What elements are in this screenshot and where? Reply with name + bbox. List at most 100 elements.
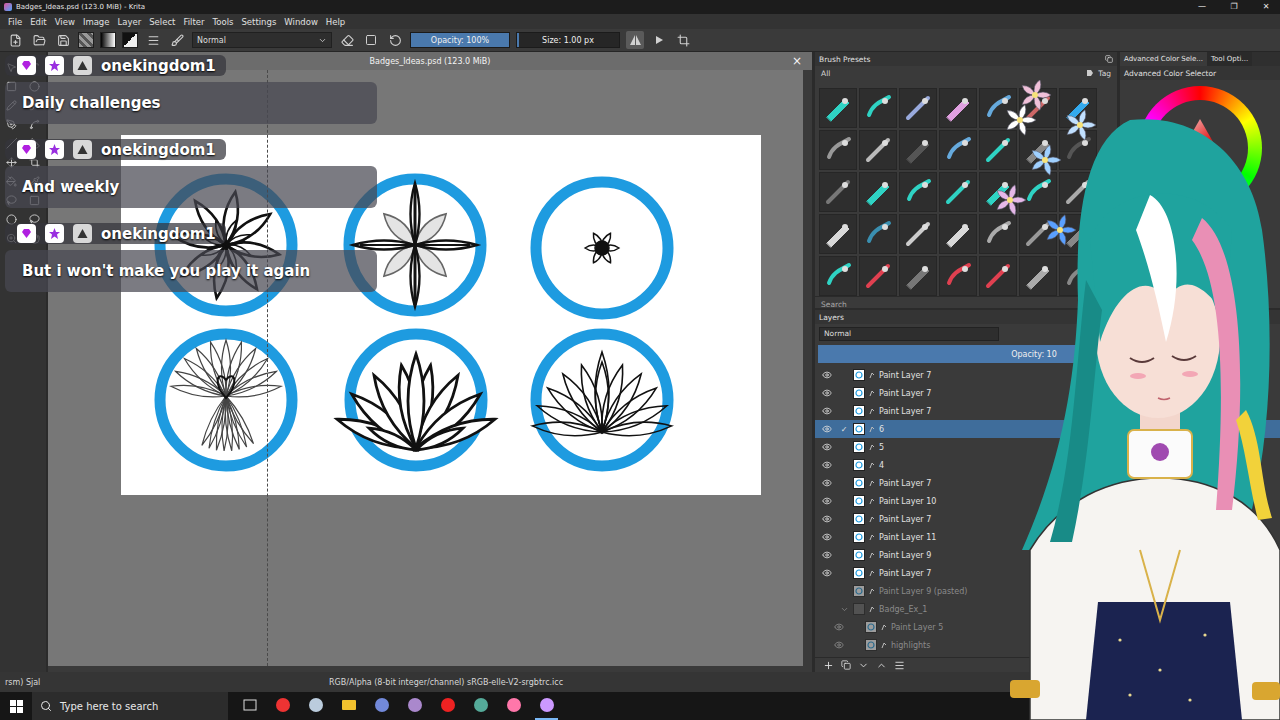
brush-preset[interactable] bbox=[819, 88, 857, 128]
brush-preset[interactable] bbox=[979, 256, 1017, 296]
brush-preset[interactable] bbox=[939, 130, 977, 170]
menu-item[interactable]: Select bbox=[145, 17, 179, 27]
opacity-slider[interactable]: Opacity: 100% bbox=[410, 32, 510, 48]
duplicate-icon[interactable] bbox=[841, 660, 851, 670]
brush-preset[interactable] bbox=[859, 256, 897, 296]
brush-preset[interactable] bbox=[1019, 172, 1057, 212]
brush-preset[interactable] bbox=[1019, 256, 1057, 296]
docker-tab[interactable]: Advanced Color Sele... bbox=[1120, 52, 1207, 66]
brush-preset[interactable] bbox=[939, 88, 977, 128]
menu-item[interactable]: View bbox=[51, 17, 79, 27]
visibility-toggle[interactable] bbox=[819, 406, 835, 416]
taskbar-search[interactable]: Type here to search bbox=[32, 692, 228, 720]
brush-preset[interactable] bbox=[899, 88, 937, 128]
taskbar-app[interactable] bbox=[469, 692, 492, 720]
save-button[interactable] bbox=[54, 31, 72, 49]
menu-item[interactable]: Tools bbox=[209, 17, 238, 27]
badge-design[interactable] bbox=[536, 182, 668, 314]
brush-preset[interactable] bbox=[979, 130, 1017, 170]
menu-item[interactable]: Window bbox=[280, 17, 322, 27]
brush-preset[interactable] bbox=[939, 172, 977, 212]
window-control[interactable]: ✕ bbox=[1252, 0, 1280, 14]
badge-design[interactable] bbox=[337, 334, 495, 466]
visibility-toggle[interactable] bbox=[819, 568, 835, 578]
brush-preset[interactable] bbox=[859, 130, 897, 170]
brush-preset[interactable] bbox=[979, 214, 1017, 254]
alpha-button[interactable] bbox=[362, 31, 380, 49]
properties-icon[interactable] bbox=[894, 660, 905, 671]
menu-item[interactable]: Settings bbox=[237, 17, 280, 27]
visibility-toggle[interactable] bbox=[819, 478, 835, 488]
brush-preset[interactable] bbox=[979, 88, 1017, 128]
brush-preset[interactable] bbox=[939, 214, 977, 254]
new-button[interactable] bbox=[6, 31, 24, 49]
size-slider[interactable]: Size: 1.00 px bbox=[516, 32, 620, 48]
guide-line[interactable] bbox=[267, 70, 268, 666]
menu-item[interactable]: File bbox=[4, 17, 26, 27]
badge-design[interactable] bbox=[160, 334, 292, 466]
visibility-toggle[interactable] bbox=[831, 640, 847, 650]
brush-preset[interactable] bbox=[819, 256, 857, 296]
brush-preset[interactable] bbox=[899, 214, 937, 254]
brush-preset[interactable] bbox=[819, 214, 857, 254]
tag-button[interactable]: Tag bbox=[1086, 69, 1111, 78]
color-swatch[interactable] bbox=[122, 32, 138, 48]
preset-filter[interactable]: All bbox=[821, 69, 830, 78]
add-layer-icon[interactable] bbox=[823, 660, 834, 671]
float-icon[interactable] bbox=[1105, 55, 1113, 63]
menu-item[interactable]: Edit bbox=[26, 17, 50, 27]
taskbar-app[interactable] bbox=[271, 692, 294, 720]
move-up-icon[interactable] bbox=[876, 660, 887, 671]
taskbar-app[interactable] bbox=[337, 692, 360, 720]
brush-preset[interactable] bbox=[859, 214, 897, 254]
task-view-button[interactable] bbox=[238, 692, 261, 720]
mirror-button[interactable] bbox=[626, 31, 644, 49]
menu-item[interactable]: Help bbox=[322, 17, 349, 27]
taskbar-app[interactable] bbox=[436, 692, 459, 720]
brush-preset[interactable] bbox=[819, 130, 857, 170]
visibility-toggle[interactable] bbox=[819, 424, 835, 434]
taskbar-app[interactable] bbox=[370, 692, 393, 720]
visibility-toggle[interactable] bbox=[819, 460, 835, 470]
window-control[interactable]: — bbox=[1188, 0, 1216, 14]
brush-preset[interactable] bbox=[859, 88, 897, 128]
mirror-options-button[interactable] bbox=[650, 31, 668, 49]
visibility-toggle[interactable] bbox=[831, 622, 847, 632]
reload-button[interactable] bbox=[386, 31, 404, 49]
menu-item[interactable]: Filter bbox=[179, 17, 208, 27]
taskbar-app[interactable] bbox=[502, 692, 525, 720]
brush-preset[interactable] bbox=[899, 130, 937, 170]
brush-button[interactable] bbox=[168, 31, 186, 49]
visibility-toggle[interactable] bbox=[819, 442, 835, 452]
presets-button[interactable] bbox=[144, 31, 162, 49]
move-down-icon[interactable] bbox=[858, 660, 869, 671]
visibility-toggle[interactable] bbox=[819, 496, 835, 506]
start-button[interactable] bbox=[0, 692, 32, 720]
visibility-toggle[interactable] bbox=[819, 550, 835, 560]
menu-item[interactable]: Layer bbox=[114, 17, 146, 27]
brush-preset[interactable] bbox=[899, 256, 937, 296]
brush-preset[interactable] bbox=[899, 172, 937, 212]
visibility-toggle[interactable] bbox=[819, 514, 835, 524]
brush-preset[interactable] bbox=[1059, 130, 1097, 170]
window-control[interactable]: ❐ bbox=[1220, 0, 1248, 14]
taskbar-app[interactable] bbox=[403, 692, 426, 720]
gradient-swatch[interactable] bbox=[100, 32, 116, 48]
docker-tab[interactable]: Tool Opti... bbox=[1207, 52, 1252, 66]
taskbar-app[interactable] bbox=[304, 692, 327, 720]
layer-blend-dropdown[interactable]: Normal bbox=[819, 327, 999, 341]
brush-preset[interactable] bbox=[819, 172, 857, 212]
visibility-toggle[interactable] bbox=[819, 532, 835, 542]
menu-item[interactable]: Image bbox=[79, 17, 114, 27]
brush-preset[interactable] bbox=[859, 172, 897, 212]
brush-preset[interactable] bbox=[939, 256, 977, 296]
pattern-swatch[interactable] bbox=[78, 32, 94, 48]
taskbar-app[interactable] bbox=[535, 692, 558, 720]
close-document-button[interactable]: × bbox=[792, 54, 802, 68]
eraser-button[interactable] bbox=[338, 31, 356, 49]
open-button[interactable] bbox=[30, 31, 48, 49]
badge-design[interactable] bbox=[532, 334, 671, 466]
visibility-toggle[interactable] bbox=[819, 388, 835, 398]
visibility-toggle[interactable] bbox=[819, 370, 835, 380]
blend-mode-dropdown[interactable]: Normal bbox=[192, 32, 332, 48]
